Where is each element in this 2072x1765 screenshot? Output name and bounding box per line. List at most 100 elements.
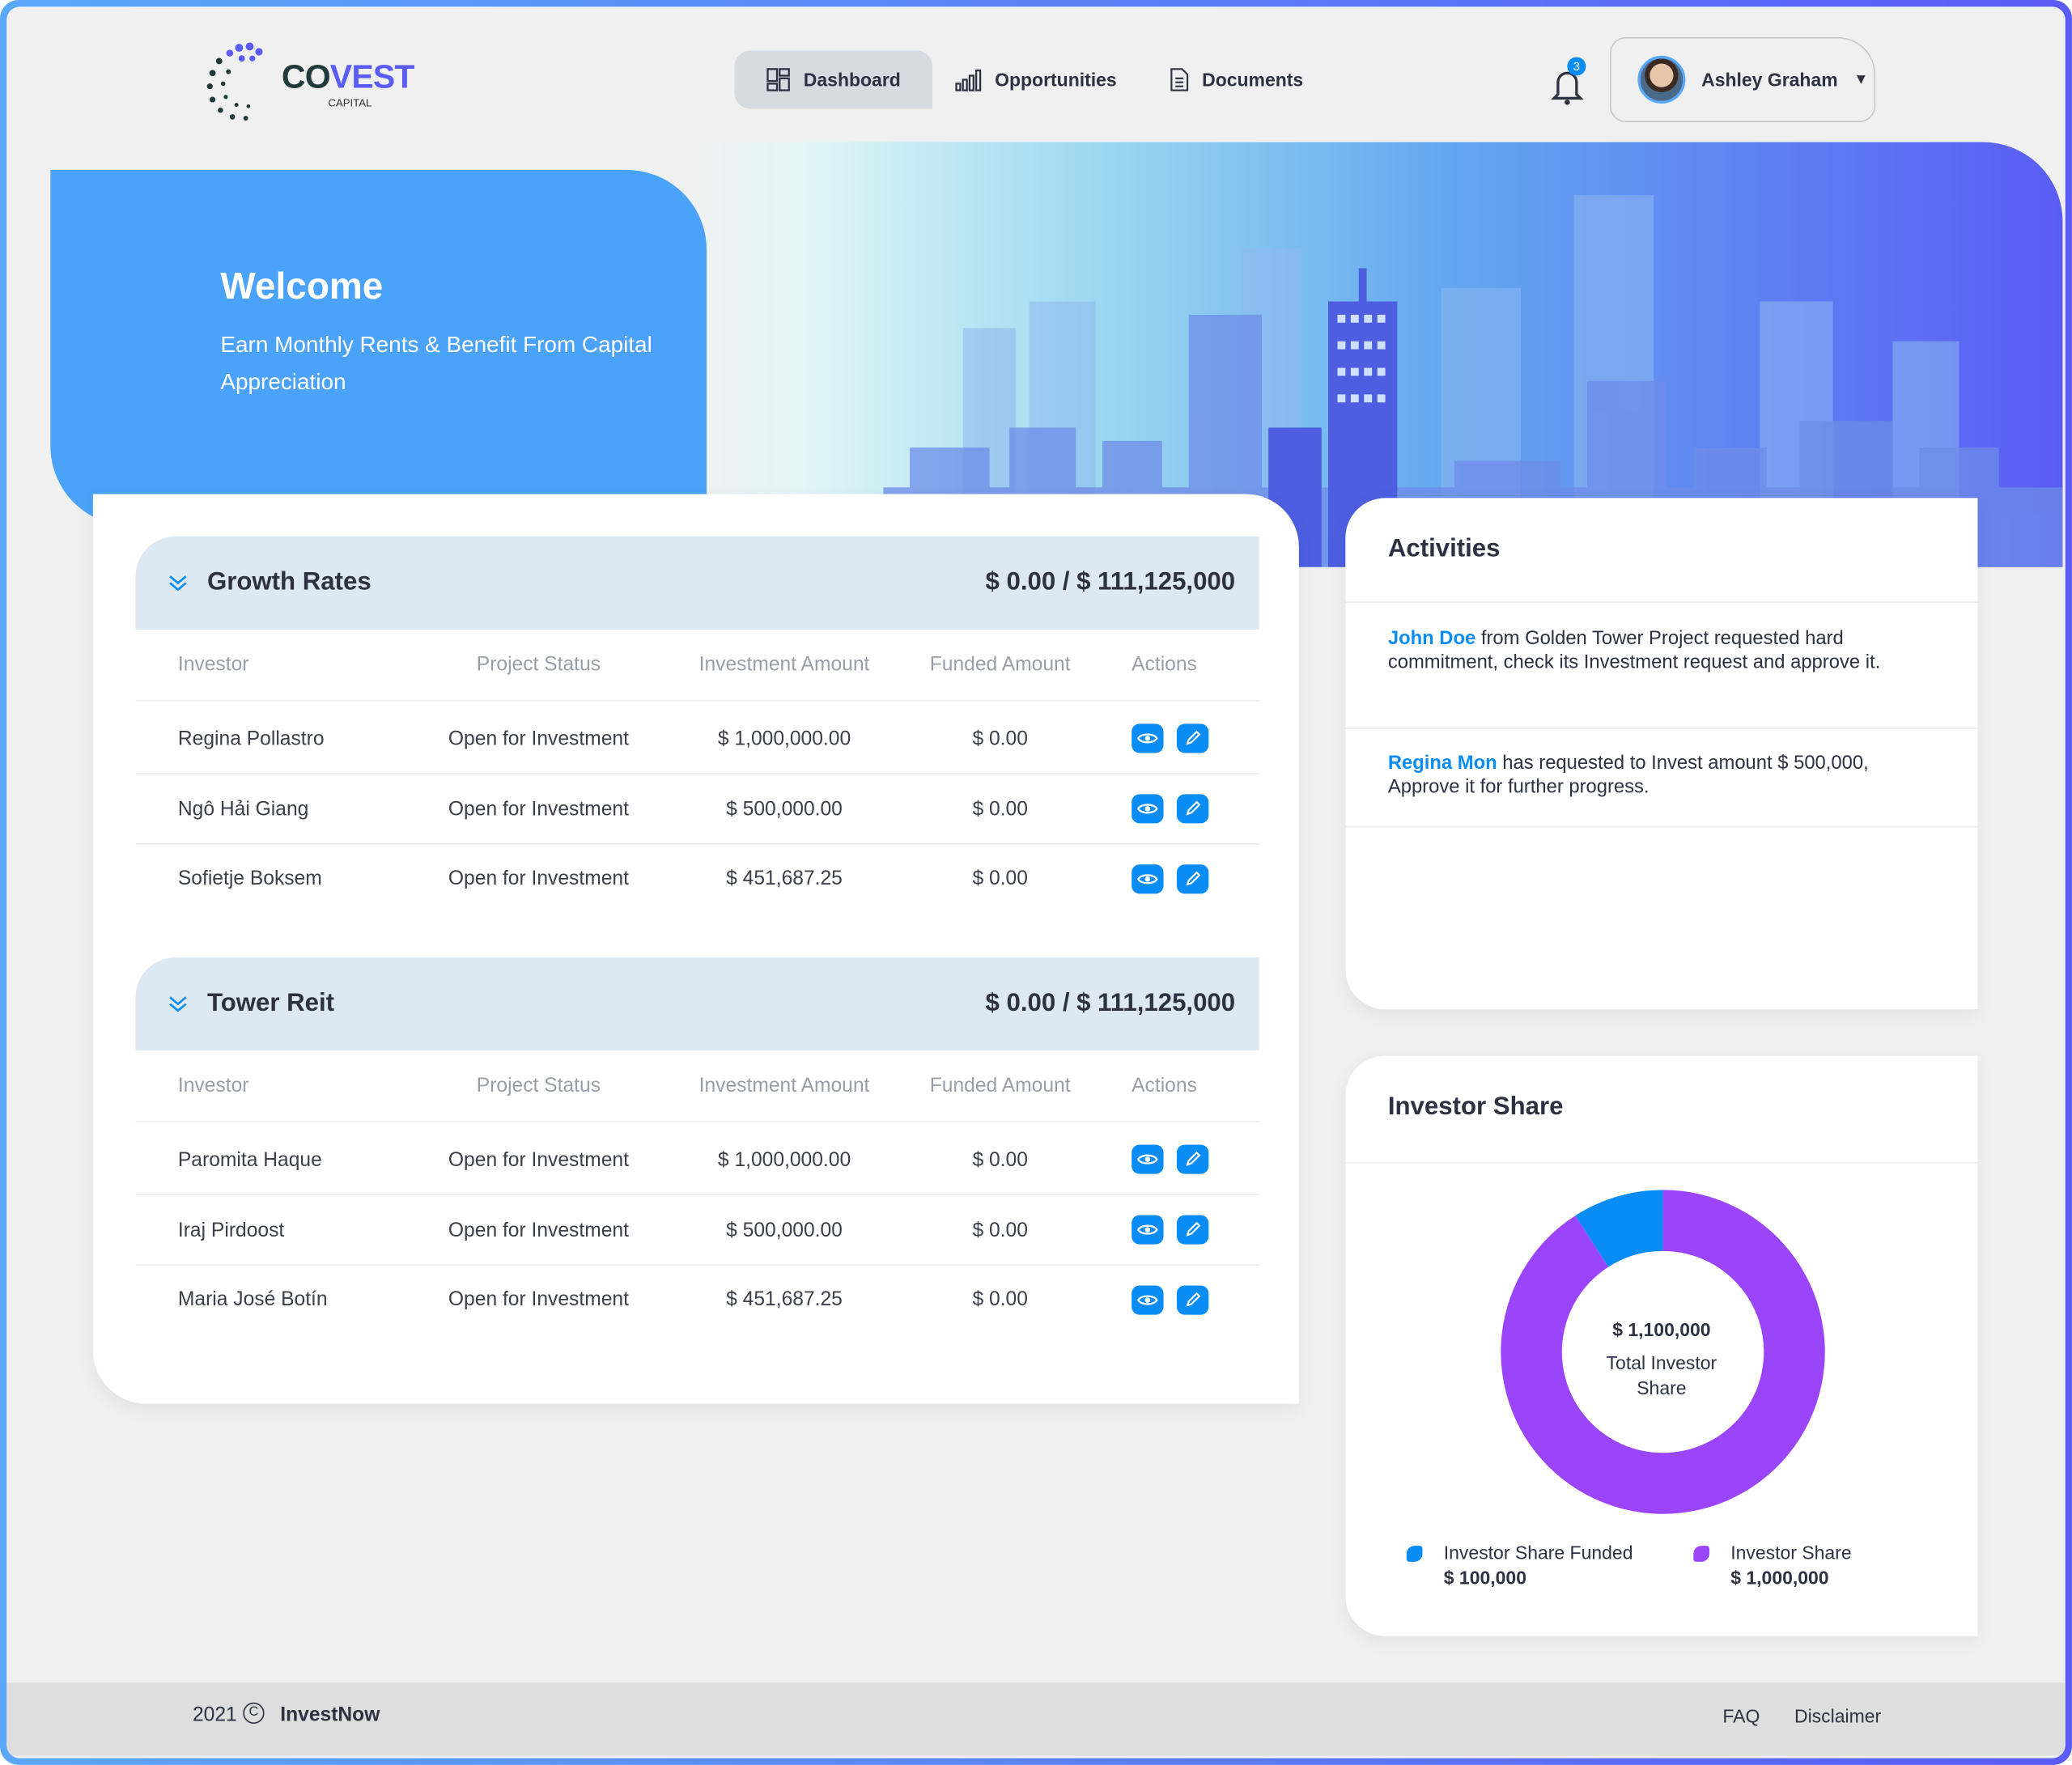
pencil-icon (1186, 1221, 1201, 1237)
row-actions (1113, 1215, 1259, 1245)
cell-investment: $ 1,000,000.00 (717, 727, 851, 750)
cell-investment: $ 451,687.25 (726, 1288, 843, 1311)
view-button[interactable] (1132, 1144, 1164, 1174)
table-header: Investor Project Status Investment Amount F… (135, 1050, 1259, 1122)
footer: 2021 C InvestNow FAQ Disclaimer (6, 1682, 2066, 1756)
donut-center-value: $ 1,100,000 (1612, 1318, 1711, 1340)
legend-swatch-icon (1406, 1546, 1423, 1562)
section-header[interactable]: Tower Reit $ 0.00 / $ 111,125,000 (135, 957, 1259, 1051)
view-button[interactable] (1132, 794, 1164, 824)
nav-documents[interactable]: Documents (1138, 50, 1335, 108)
table-row: Sofietje Boksem Open for Investment $ 451,… (135, 843, 1259, 914)
welcome-subtitle: Earn Monthly Rents & Benefit From Capita… (220, 332, 652, 395)
pencil-icon (1186, 730, 1201, 745)
cell-status: Open for Investment (448, 797, 629, 821)
cell-investor: Sofietje Boksem (177, 867, 322, 890)
column-header: Funded Amount (929, 653, 1071, 677)
welcome-card: Welcome Earn Monthly Rents & Benefit Fro… (50, 170, 707, 526)
logo[interactable]: COVEST CAPITAL (199, 40, 425, 130)
cell-funded: $ 0.00 (972, 1218, 1028, 1241)
pencil-icon (1186, 1292, 1201, 1306)
section-title: Growth Rates (206, 568, 372, 596)
column-header: Investor (177, 653, 249, 677)
cell-funded: $ 0.00 (972, 867, 1028, 890)
nav-opportunities[interactable]: Opportunities (923, 50, 1149, 108)
footer-year: 2021 (192, 1703, 237, 1727)
cell-funded: $ 0.00 (972, 727, 1028, 750)
footer-brand: InvestNow (280, 1703, 380, 1727)
logo-text-co: CO (281, 58, 331, 96)
cell-investor: Regina Pollastro (177, 727, 325, 750)
edit-button[interactable] (1176, 1284, 1209, 1314)
column-header: Actions (1132, 653, 1197, 677)
table-row: Maria José Botín Open for Investment $ 451… (135, 1264, 1259, 1334)
table-row: Ngô Hải Giang Open for Investment $ 500,00… (135, 774, 1259, 845)
legend-value: $ 1,000,000 (1730, 1567, 1829, 1589)
nav-dashboard[interactable]: Dashboard (734, 50, 933, 109)
activity-item[interactable]: John Doe from Golden Tower Project reque… (1345, 601, 1978, 728)
user-name: Ashley Graham (1701, 69, 1838, 91)
column-header: Project Status (476, 653, 601, 677)
view-button[interactable] (1132, 863, 1164, 893)
dashboard-icon (766, 68, 790, 91)
donut-center-label: Total Investor Share (1606, 1351, 1717, 1398)
view-button[interactable] (1132, 1215, 1164, 1245)
footer-disclaimer-link[interactable]: Disclaimer (1794, 1705, 1881, 1726)
table-header: Investor Project Status Investment Amount F… (135, 630, 1259, 702)
pencil-icon (1186, 870, 1201, 885)
logo-mark-icon (206, 42, 263, 121)
chevron-down-icon[interactable] (168, 995, 189, 1013)
app-frame: COVEST CAPITAL Dashboard Opportunities D… (0, 0, 2072, 1765)
chart-legend: Investor Share Funded $ 100,000 Investor S… (1406, 1542, 1906, 1589)
document-icon (1170, 68, 1189, 91)
notifications-button[interactable]: 3 (1548, 57, 1587, 108)
legend-item: Investor Share Funded $ 100,000 (1406, 1542, 1659, 1589)
footer-faq-link[interactable]: FAQ (1722, 1705, 1760, 1726)
cell-funded: $ 0.00 (972, 1288, 1028, 1311)
cell-investor: Paromita Haque (177, 1148, 322, 1171)
edit-button[interactable] (1176, 794, 1209, 824)
table-row: Iraj Pirdoost Open for Investment $ 500,00… (135, 1195, 1259, 1266)
logo-text: COVEST (281, 58, 415, 97)
cell-status: Open for Investment (448, 727, 629, 750)
view-button[interactable] (1132, 723, 1164, 753)
edit-button[interactable] (1176, 723, 1209, 753)
activity-user-link[interactable]: John Doe (1388, 628, 1475, 649)
legend-text: Investor Share Funded $ 100,000 (1444, 1542, 1633, 1588)
activity-user-link[interactable]: Regina Mon (1388, 753, 1497, 774)
donut-center: $ 1,100,000 Total Investor Share (1562, 1319, 1761, 1402)
eye-icon (1137, 1224, 1158, 1235)
edit-button[interactable] (1176, 1215, 1209, 1245)
section-header[interactable]: Growth Rates $ 0.00 / $ 111,125,000 (135, 536, 1259, 630)
eye-icon (1137, 873, 1158, 884)
cell-investor: Ngô Hải Giang (177, 797, 309, 821)
user-menu[interactable]: Ashley Graham ▼ (1609, 36, 1876, 122)
cell-investor: Iraj Pirdoost (177, 1218, 285, 1241)
activities-title: Activities (1387, 535, 1501, 563)
edit-button[interactable] (1176, 863, 1209, 893)
activity-item[interactable]: Regina Mon has requested to Invest amoun… (1345, 728, 1978, 828)
bar-chart-icon (955, 69, 982, 91)
cell-investment: $ 451,687.25 (726, 867, 843, 890)
legend-label: Investor Share (1730, 1542, 1852, 1563)
eye-icon (1137, 733, 1158, 744)
edit-button[interactable] (1176, 1144, 1209, 1174)
row-actions (1113, 1144, 1259, 1174)
app: COVEST CAPITAL Dashboard Opportunities D… (6, 6, 2066, 1759)
cell-funded: $ 0.00 (972, 797, 1028, 821)
nav-opportunities-label: Opportunities (995, 69, 1117, 91)
eye-icon (1137, 1294, 1158, 1305)
row-actions (1113, 1284, 1259, 1314)
pencil-icon (1186, 800, 1201, 816)
row-actions (1113, 723, 1259, 753)
table-row: Regina Pollastro Open for Investment $ 1,0… (135, 704, 1259, 774)
column-header: Actions (1132, 1074, 1197, 1097)
section-total: $ 0.00 / $ 111,125,000 (985, 989, 1236, 1018)
column-header: Project Status (476, 1074, 601, 1097)
cell-status: Open for Investment (448, 1148, 629, 1171)
view-button[interactable] (1132, 1284, 1164, 1314)
chevron-down-icon[interactable] (168, 574, 189, 592)
row-actions (1113, 863, 1259, 893)
legend-item: Investor Share $ 1,000,000 (1693, 1542, 1906, 1589)
welcome-title: Welcome (220, 265, 384, 308)
